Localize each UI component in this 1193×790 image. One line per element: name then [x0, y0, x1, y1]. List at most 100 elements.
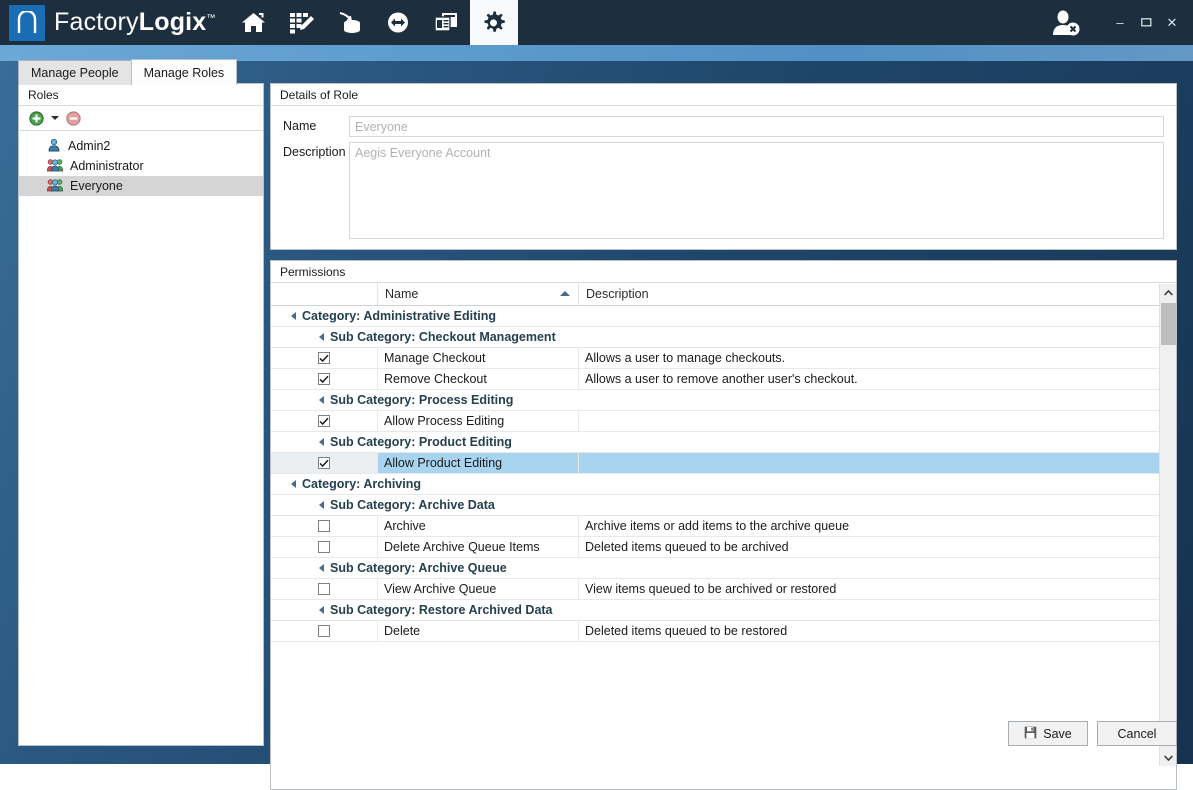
table-row[interactable]: Remove Checkout Allows a user to remove … [271, 369, 1176, 390]
permission-checkbox-cell [271, 369, 378, 389]
permission-checkbox[interactable] [318, 352, 330, 364]
subcategory-label: Sub Category: Archive Data [330, 498, 495, 512]
permission-name: Allow Product Editing [378, 453, 579, 473]
user-group-icon [47, 178, 63, 195]
table-row[interactable]: Delete Deleted items queued to be restor… [271, 621, 1176, 642]
permission-checkbox[interactable] [318, 625, 330, 637]
permission-description [579, 411, 1176, 431]
table-row-selected[interactable]: Allow Product Editing [271, 453, 1176, 474]
scroll-down-icon[interactable] [1160, 749, 1176, 766]
close-button[interactable]: ✕ [1161, 10, 1183, 36]
column-header-checkbox[interactable] [271, 283, 378, 305]
permission-checkbox[interactable] [318, 373, 330, 385]
table-row[interactable]: Delete Archive Queue Items Deleted items… [271, 537, 1176, 558]
subcategory-label: Sub Category: Restore Archived Data [330, 603, 553, 617]
brand-suffix: Logix [139, 8, 207, 36]
expand-collapse-icon[interactable] [319, 564, 324, 572]
role-item-administrator[interactable]: Administrator [19, 156, 263, 176]
permission-name: Delete [378, 621, 579, 641]
n-logo-icon [9, 5, 45, 41]
permission-subcategory-row[interactable]: Sub Category: Product Editing [271, 432, 1176, 453]
sort-ascending-icon [560, 291, 570, 296]
permission-subcategory-row[interactable]: Sub Category: Archive Data [271, 495, 1176, 516]
permission-name: Allow Process Editing [378, 411, 579, 431]
cancel-button[interactable]: Cancel [1097, 721, 1177, 746]
maximize-button[interactable] [1135, 10, 1157, 36]
permission-checkbox-cell [271, 537, 378, 557]
table-row[interactable]: Allow Process Editing [271, 411, 1176, 432]
expand-collapse-icon[interactable] [319, 333, 324, 341]
nav-data-import-icon[interactable] [326, 0, 374, 45]
category-label: Category: Archiving [302, 477, 421, 491]
chevron-down-icon[interactable] [51, 116, 59, 120]
tab-manage-roles[interactable]: Manage Roles [131, 59, 238, 85]
column-header-name-label: Name [385, 287, 418, 301]
permission-checkbox-cell [271, 453, 378, 473]
tab-manage-people[interactable]: Manage People [18, 60, 132, 85]
description-field[interactable]: Aegis Everyone Account [349, 142, 1164, 239]
save-button[interactable]: Save [1008, 721, 1088, 746]
permission-checkbox[interactable] [318, 520, 330, 532]
category-label-wrap: Category: Archiving [271, 474, 421, 494]
permission-subcategory-row[interactable]: Sub Category: Process Editing [271, 390, 1176, 411]
add-role-icon[interactable] [29, 111, 44, 126]
expand-collapse-icon[interactable] [291, 480, 296, 488]
table-row[interactable]: Manage Checkout Allows a user to manage … [271, 348, 1176, 369]
table-row[interactable]: View Archive Queue View items queued to … [271, 579, 1176, 600]
roles-toolbar [19, 106, 263, 131]
roles-list: Admin2 Administrator Everyone [19, 131, 263, 196]
minimize-button[interactable]: – [1109, 10, 1131, 36]
permission-category-row[interactable]: Category: Archiving [271, 474, 1176, 495]
role-item-label: Everyone [70, 179, 123, 193]
nav-grid-edit-icon[interactable] [278, 0, 326, 45]
scroll-up-icon[interactable] [1160, 284, 1176, 301]
floppy-disk-icon [1024, 726, 1037, 742]
action-buttons: Save Cancel [1008, 721, 1177, 746]
permission-subcategory-row[interactable]: Sub Category: Restore Archived Data [271, 600, 1176, 621]
details-caption: Details of Role [271, 84, 1176, 106]
permission-checkbox[interactable] [318, 415, 330, 427]
nav-home-icon[interactable] [230, 0, 278, 45]
permission-description: Deleted items queued to be restored [579, 621, 1176, 641]
user-group-icon [47, 158, 63, 175]
role-item-label: Administrator [70, 159, 144, 173]
category-label-wrap: Category: Administrative Editing [271, 306, 496, 326]
nav-gear-icon[interactable] [470, 0, 518, 45]
permission-name: View Archive Queue [378, 579, 579, 599]
column-header-name[interactable]: Name [378, 283, 579, 305]
permissions-scrollbar[interactable] [1159, 284, 1176, 766]
expand-collapse-icon[interactable] [319, 438, 324, 446]
name-field[interactable]: Everyone [349, 116, 1164, 137]
role-item-everyone[interactable]: Everyone [19, 176, 263, 196]
permissions-grid-header: Name Description [271, 283, 1176, 306]
role-item-admin2[interactable]: Admin2 [19, 136, 263, 156]
table-row[interactable]: Archive Archive items or add items to th… [271, 516, 1176, 537]
permission-checkbox[interactable] [318, 541, 330, 553]
column-header-description[interactable]: Description [579, 283, 1176, 305]
brand-tm: ™ [206, 13, 215, 23]
permission-name: Remove Checkout [378, 369, 579, 389]
subcategory-label: Sub Category: Product Editing [330, 435, 512, 449]
subcategory-label: Sub Category: Checkout Management [330, 330, 556, 344]
permission-checkbox-cell [271, 579, 378, 599]
permission-description: Archive items or add items to the archiv… [579, 516, 1176, 536]
remove-role-icon[interactable] [66, 111, 81, 126]
permission-category-row[interactable]: Category: Administrative Editing [271, 306, 1176, 327]
permission-checkbox[interactable] [318, 457, 330, 469]
permission-subcategory-row[interactable]: Sub Category: Checkout Management [271, 327, 1176, 348]
brand-prefix: Factory [54, 8, 139, 36]
permission-description: View items queued to be archived or rest… [579, 579, 1176, 599]
expand-collapse-icon[interactable] [319, 606, 324, 614]
nav-reports-window-icon[interactable] [422, 0, 470, 45]
expand-collapse-icon[interactable] [319, 501, 324, 509]
permission-subcategory-row[interactable]: Sub Category: Archive Queue [271, 558, 1176, 579]
nav-logistics-icon[interactable] [374, 0, 422, 45]
user-signout-icon[interactable] [1049, 9, 1083, 37]
expand-collapse-icon[interactable] [319, 396, 324, 404]
permission-checkbox-cell [271, 348, 378, 368]
main-navigation [230, 0, 518, 45]
permission-checkbox[interactable] [318, 583, 330, 595]
expand-collapse-icon[interactable] [291, 312, 296, 320]
scrollbar-thumb[interactable] [1161, 303, 1176, 345]
subcategory-label-wrap: Sub Category: Archive Queue [271, 558, 507, 578]
